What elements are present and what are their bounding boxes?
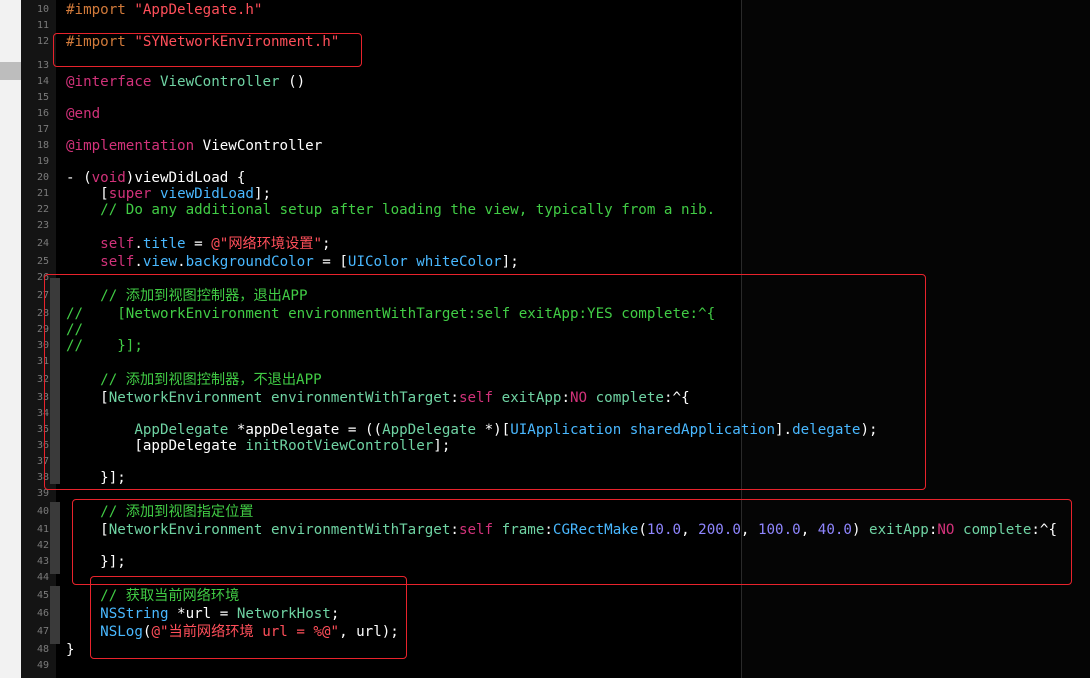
code-text: // Do any additional setup after loading… <box>66 202 715 218</box>
code-text: @end <box>66 106 100 122</box>
code-token: ; <box>322 236 331 252</box>
code-line[interactable]: 17 <box>0 122 1090 138</box>
code-token: // Do any additional setup after loading… <box>66 202 716 218</box>
code-token: @implementation <box>66 138 203 154</box>
code-text: @implementation ViewController <box>66 138 322 154</box>
line-number: 15 <box>36 92 49 103</box>
highlight-box-import <box>53 33 362 67</box>
line-number: 43 <box>36 556 49 567</box>
code-token: ViewController <box>159 74 280 90</box>
line-number: 21 <box>36 188 49 199</box>
code-token: "AppDelegate.h" <box>134 2 263 18</box>
code-token: )viewDidLoad { <box>125 170 246 186</box>
code-token: void <box>91 170 126 186</box>
code-token: ]; <box>253 186 272 202</box>
line-number: 24 <box>36 238 49 249</box>
code-token: super <box>108 186 152 202</box>
code-token: = <box>185 236 212 252</box>
highlight-box-frame-method <box>72 499 1072 585</box>
code-token: () <box>279 74 306 90</box>
line-number: 49 <box>36 660 49 671</box>
code-token: view <box>142 254 178 270</box>
highlight-box-network-host <box>90 576 407 659</box>
code-token: backgroundColor <box>185 254 314 270</box>
line-number: 48 <box>36 644 49 655</box>
code-token: . <box>177 254 186 270</box>
code-token: [ <box>66 186 109 202</box>
line-number: 40 <box>36 506 49 517</box>
line-number: 14 <box>36 76 49 87</box>
line-number: 42 <box>36 540 49 551</box>
line-number: 16 <box>36 108 49 119</box>
code-line[interactable]: 11 <box>0 18 1090 34</box>
code-token: self <box>100 254 135 270</box>
code-line[interactable]: 10 #import "AppDelegate.h" <box>0 2 1090 18</box>
code-text: #import "AppDelegate.h" <box>66 2 262 18</box>
code-token: viewDidLoad <box>159 186 254 202</box>
code-text: self.view.backgroundColor = [UIColor whi… <box>66 254 519 270</box>
line-number: 44 <box>36 572 49 583</box>
line-number: 17 <box>36 124 49 135</box>
code-token: @interface <box>66 74 160 90</box>
code-line[interactable]: 18 @implementation ViewController <box>0 138 1090 154</box>
code-line[interactable]: 15 <box>0 90 1090 106</box>
line-number: 19 <box>36 156 49 167</box>
code-token: self <box>100 236 135 252</box>
code-line[interactable]: 23 <box>0 218 1090 234</box>
line-number: 18 <box>36 140 49 151</box>
code-token: = [ <box>313 254 348 270</box>
code-line[interactable]: 20 - (void)viewDidLoad { <box>0 170 1090 186</box>
line-number: 47 <box>36 626 49 637</box>
line-number: 45 <box>36 590 49 601</box>
code-line[interactable]: 16 @end <box>0 106 1090 122</box>
code-token: title <box>142 236 186 252</box>
code-token: - ( <box>66 170 92 186</box>
code-line[interactable]: 22 // Do any additional setup after load… <box>0 202 1090 218</box>
code-text: self.title = @"网络环境设置"; <box>66 236 331 252</box>
code-line[interactable]: 24 self.title = @"网络环境设置"; <box>0 236 1090 252</box>
line-number: 13 <box>36 60 49 71</box>
code-token: whiteColor <box>416 254 502 270</box>
code-token: } <box>66 642 75 658</box>
line-number: 41 <box>36 524 49 535</box>
line-number: 25 <box>36 256 49 267</box>
line-number: 10 <box>36 4 49 15</box>
line-number: 11 <box>36 20 49 31</box>
highlight-box-target-methods <box>44 274 926 490</box>
code-line[interactable]: 21 [super viewDidLoad]; <box>0 186 1090 202</box>
code-token: . <box>134 236 143 252</box>
code-token: UIColor <box>347 254 408 270</box>
code-text: } <box>66 642 75 658</box>
code-line[interactable]: 25 self.view.backgroundColor = [UIColor … <box>0 254 1090 270</box>
line-number: 23 <box>36 220 49 231</box>
code-line[interactable]: 14 @interface ViewController () <box>0 74 1090 90</box>
code-token: @"网络环境设置" <box>211 236 322 252</box>
line-number: 46 <box>36 608 49 619</box>
code-text: @interface ViewController () <box>66 74 305 90</box>
code-token: ]; <box>501 254 519 270</box>
code-line[interactable]: 19 <box>0 154 1090 170</box>
code-token: @end <box>66 106 101 122</box>
code-token: ViewController <box>202 138 323 154</box>
code-token: #import <box>66 2 135 18</box>
line-number: 20 <box>36 172 49 183</box>
code-line[interactable]: 49 <box>0 658 1090 674</box>
line-number: 22 <box>36 204 49 215</box>
code-text: - (void)viewDidLoad { <box>66 170 245 186</box>
code-text: [super viewDidLoad]; <box>66 186 271 202</box>
code-token: . <box>134 254 143 270</box>
line-number: 12 <box>36 36 49 47</box>
